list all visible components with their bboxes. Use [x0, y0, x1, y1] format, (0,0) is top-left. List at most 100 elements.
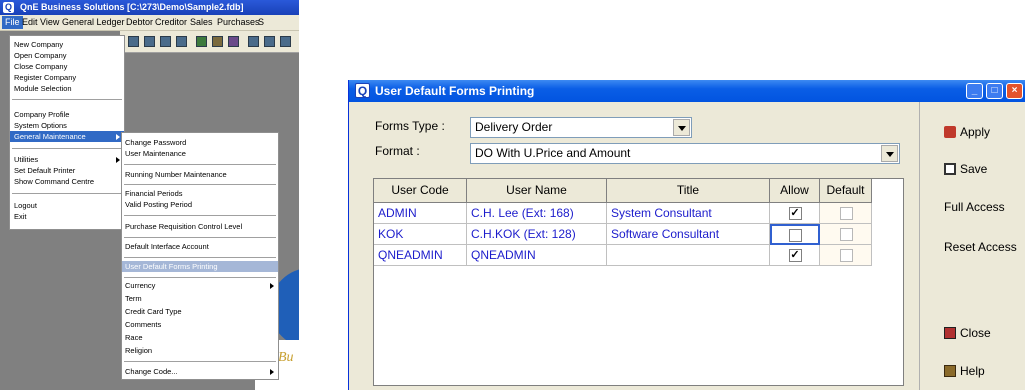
toolbar-icon-6[interactable] — [212, 36, 223, 47]
window-titlebar: Q User Default Forms Printing _ □ × — [349, 80, 1025, 102]
menu-item-exit[interactable]: Exit — [10, 211, 124, 222]
users-grid: User Code User Name Title Allow Default … — [373, 178, 904, 386]
menu-purchases[interactable]: Purchases — [217, 17, 260, 27]
cell-title[interactable]: System Consultant — [607, 203, 770, 224]
menu-item-label: Change Code... — [125, 367, 178, 376]
help-button[interactable]: Help — [932, 356, 1022, 386]
chevron-down-icon[interactable] — [673, 119, 690, 136]
menu-item-credit-card-type[interactable]: Credit Card Type — [122, 306, 278, 317]
toolbar-icon-4[interactable] — [176, 36, 187, 47]
menu-separator — [124, 257, 276, 258]
save-button[interactable]: Save — [932, 154, 1022, 184]
cell-user-name[interactable]: C.H. Lee (Ext: 168) — [467, 203, 607, 224]
reset-access-button[interactable]: Reset Access — [932, 232, 1022, 262]
chevron-down-icon[interactable] — [881, 145, 898, 162]
menu-edit[interactable]: Edit — [22, 17, 38, 27]
format-label: Format : — [375, 144, 420, 158]
submenu-arrow-icon — [116, 157, 120, 163]
app-screenshot: Q QnE Business Solutions [C:\273\Demo\Sa… — [0, 0, 299, 390]
menu-item-general-maintenance[interactable]: General Maintenance — [10, 131, 124, 142]
cell-default — [820, 245, 872, 266]
cell-user-name[interactable]: QNEADMIN — [467, 245, 607, 266]
column-header-allow[interactable]: Allow — [770, 179, 820, 203]
user-default-forms-printing-window: Q User Default Forms Printing _ □ × Form… — [348, 80, 1025, 390]
toolbar-icon-10[interactable] — [280, 36, 291, 47]
default-checkbox[interactable] — [839, 249, 853, 262]
toolbar-icon-3[interactable] — [160, 36, 171, 47]
toolbar-icon-8[interactable] — [248, 36, 259, 47]
close-window-icon[interactable]: × — [1006, 83, 1023, 99]
menu-item-close-company[interactable]: Close Company — [10, 61, 124, 72]
close-label: Close — [960, 326, 991, 340]
cell-title[interactable] — [607, 245, 770, 266]
cell-user-name[interactable]: C.H.KOK (Ext: 128) — [467, 224, 607, 245]
minimize-icon[interactable]: _ — [966, 83, 983, 99]
cell-allow: ✓ — [770, 203, 820, 224]
menu-item-label: Utilities — [14, 155, 39, 164]
column-header-user-code[interactable]: User Code — [374, 179, 467, 203]
allow-checkbox[interactable] — [789, 228, 802, 242]
forms-type-dropdown[interactable]: Delivery Order — [470, 117, 692, 138]
menu-creditor[interactable]: Creditor — [155, 17, 187, 27]
default-checkbox[interactable] — [839, 207, 853, 220]
menu-view[interactable]: View — [40, 17, 59, 27]
toolbar-icon-1[interactable] — [128, 36, 139, 47]
menu-item-change-code[interactable]: Change Code... — [122, 366, 278, 377]
apply-button[interactable]: Apply — [932, 117, 1022, 147]
cell-title[interactable]: Software Consultant — [607, 224, 770, 245]
menu-item-change-password[interactable]: Change Password — [122, 137, 278, 148]
default-checkbox[interactable] — [839, 228, 853, 241]
save-icon — [944, 163, 956, 175]
column-header-user-name[interactable]: User Name — [467, 179, 607, 203]
menu-item-default-interface-account[interactable]: Default Interface Account — [122, 241, 278, 252]
menu-item-term[interactable]: Term — [122, 293, 278, 304]
menu-item-module-selection[interactable]: Module Selection — [10, 83, 124, 94]
reset-access-label: Reset Access — [944, 240, 1017, 254]
menu-item-system-options[interactable]: System Options — [10, 120, 124, 131]
menu-item-valid-posting-period[interactable]: Valid Posting Period — [122, 199, 278, 210]
full-access-button[interactable]: Full Access — [932, 192, 1022, 222]
cell-user-code[interactable]: ADMIN — [374, 203, 467, 224]
menu-item-set-default-printer[interactable]: Set Default Printer — [10, 165, 124, 176]
menu-item-race[interactable]: Race — [122, 332, 278, 343]
allow-checkbox[interactable]: ✓ — [788, 249, 802, 262]
general-maintenance-submenu: Change Password User Maintenance Running… — [121, 132, 279, 380]
menu-item-religion[interactable]: Religion — [122, 345, 278, 356]
column-header-title[interactable]: Title — [607, 179, 770, 203]
apply-icon — [944, 126, 956, 138]
format-dropdown[interactable]: DO With U.Price and Amount — [470, 143, 900, 164]
menu-item-company-profile[interactable]: Company Profile — [10, 109, 124, 120]
apply-label: Apply — [960, 125, 991, 139]
menu-item-register-company[interactable]: Register Company — [10, 72, 124, 83]
menu-item-user-maintenance[interactable]: User Maintenance — [122, 148, 278, 159]
menu-item-user-default-forms-printing[interactable]: User Default Forms Printing — [122, 261, 278, 272]
toolbar-icon-5[interactable] — [196, 36, 207, 47]
menu-item-purchase-requisition-control-level[interactable]: Purchase Requisition Control Level — [122, 221, 278, 232]
maximize-icon[interactable]: □ — [986, 83, 1003, 99]
menu-sales[interactable]: Sales — [190, 17, 213, 27]
toolbar — [120, 31, 299, 53]
menu-item-logout[interactable]: Logout — [10, 200, 124, 211]
menu-file[interactable]: File — [2, 16, 23, 29]
cell-user-code[interactable]: QNEADMIN — [374, 245, 467, 266]
menu-item-show-command-centre[interactable]: Show Command Centre — [10, 176, 124, 187]
allow-checkbox[interactable]: ✓ — [788, 207, 802, 220]
toolbar-icon-2[interactable] — [144, 36, 155, 47]
menu-item-open-company[interactable]: Open Company — [10, 50, 124, 61]
cell-user-code[interactable]: KOK — [374, 224, 467, 245]
menu-separator — [12, 99, 122, 100]
menu-item-financial-periods[interactable]: Financial Periods — [122, 188, 278, 199]
toolbar-icon-9[interactable] — [264, 36, 275, 47]
close-button[interactable]: Close — [932, 318, 1022, 348]
menu-item-utilities[interactable]: Utilities — [10, 154, 124, 165]
menu-item-comments[interactable]: Comments — [122, 319, 278, 330]
menu-debtor[interactable]: Debtor — [126, 17, 153, 27]
menu-item-label: General Maintenance — [14, 132, 86, 141]
menu-s[interactable]: S — [258, 17, 264, 27]
toolbar-icon-7[interactable] — [228, 36, 239, 47]
menu-item-new-company[interactable]: New Company — [10, 39, 124, 50]
menu-item-running-number-maintenance[interactable]: Running Number Maintenance — [122, 169, 278, 180]
column-header-default[interactable]: Default — [820, 179, 872, 203]
menu-item-currency[interactable]: Currency — [122, 280, 278, 291]
menu-general-ledger[interactable]: General Ledger — [62, 17, 125, 27]
